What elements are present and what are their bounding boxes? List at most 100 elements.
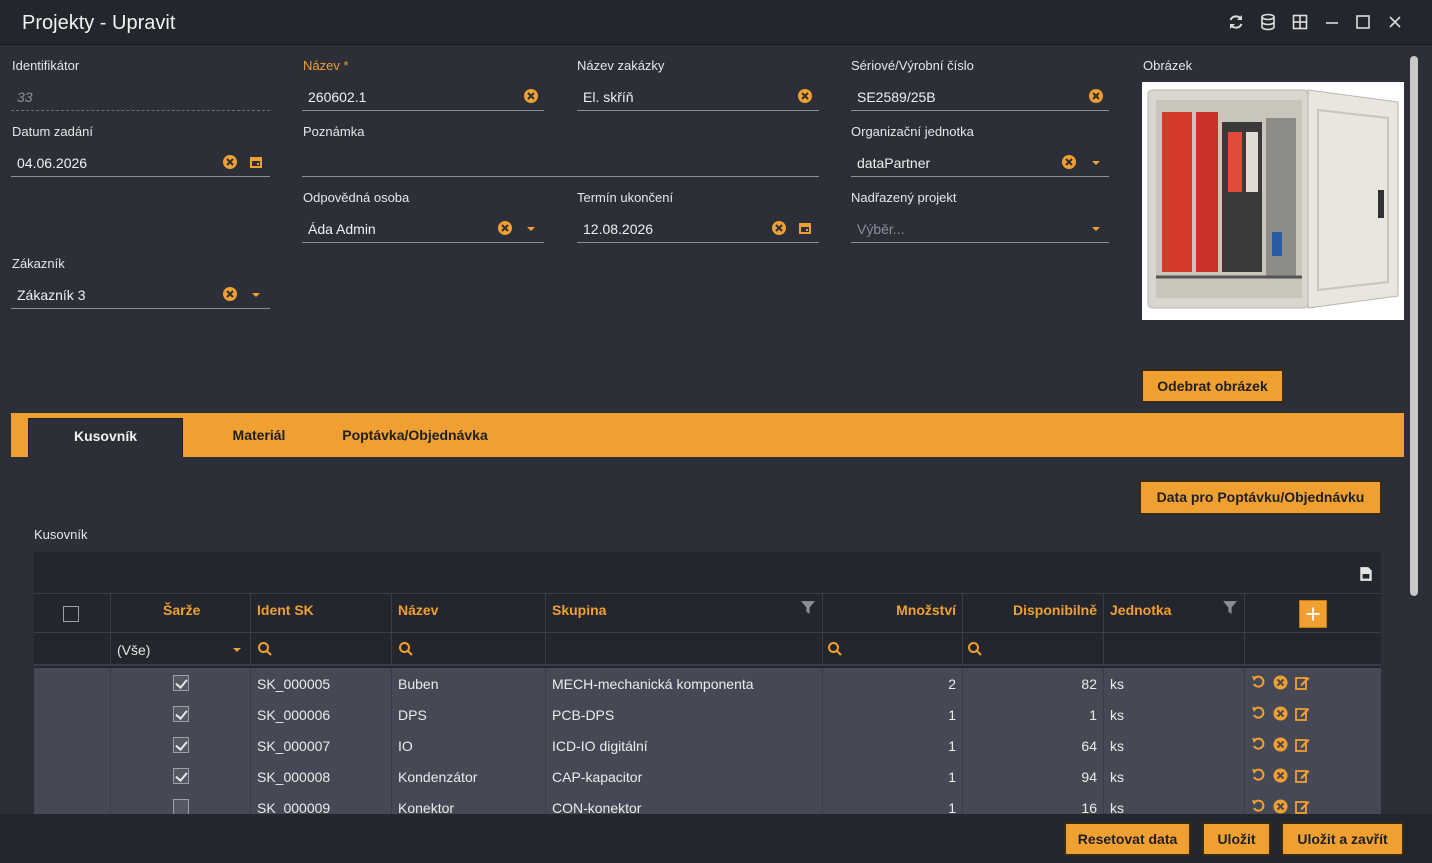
row-selector-cell[interactable] (34, 761, 111, 792)
column-header-disponibilne[interactable]: Disponibilně (963, 594, 1104, 632)
undo-icon[interactable] (1251, 768, 1266, 783)
edit-icon[interactable] (1295, 799, 1310, 814)
dropdown-arrow-icon[interactable] (1088, 154, 1104, 170)
tab-material[interactable]: Materiál (201, 418, 317, 457)
column-header-skupina[interactable]: Skupina (546, 594, 823, 632)
clear-icon[interactable] (523, 88, 539, 104)
remove-image-button[interactable]: Odebrat obrázek (1141, 369, 1284, 403)
sarze-checkbox[interactable] (173, 737, 189, 753)
export-icon[interactable] (1358, 566, 1372, 581)
delete-icon[interactable] (1273, 799, 1288, 814)
edit-icon[interactable] (1295, 706, 1310, 721)
organizacni-jednotka-select[interactable]: dataPartner (851, 147, 1109, 177)
clear-icon[interactable] (797, 88, 813, 104)
reset-data-button[interactable]: Resetovat data (1064, 822, 1191, 856)
database-icon[interactable] (1259, 13, 1277, 31)
cell-jednotka-text: ks (1110, 769, 1124, 785)
save-button[interactable]: Uložit (1202, 822, 1271, 856)
sarze-checkbox[interactable] (173, 706, 189, 722)
project-image (1142, 82, 1404, 320)
vertical-scrollbar[interactable] (1410, 56, 1418, 596)
save-and-close-button[interactable]: Uložit a zavřít (1281, 822, 1404, 856)
nazev-zakazky-field[interactable]: El. skříň (577, 81, 819, 111)
ident-filter-input[interactable] (251, 633, 392, 664)
clear-icon[interactable] (1061, 154, 1077, 170)
row-selector-cell[interactable] (34, 668, 111, 699)
minimize-icon[interactable] (1323, 13, 1341, 31)
clear-icon[interactable] (771, 220, 787, 236)
tab-poptavka-objednavka[interactable]: Poptávka/Objednávka (329, 418, 501, 457)
row-selector-cell[interactable] (34, 792, 111, 814)
undo-icon[interactable] (1251, 737, 1266, 752)
clear-icon[interactable] (1088, 88, 1104, 104)
jednotka-filter-cell (1104, 633, 1245, 664)
tab-kusovnik[interactable]: Kusovník (28, 418, 183, 457)
nazev-field[interactable]: 260602.1 (302, 81, 544, 111)
maximize-icon[interactable] (1354, 13, 1372, 31)
termin-ukonceni-field[interactable]: 12.08.2026 (577, 213, 819, 243)
table-row[interactable]: SK_000006 DPS PCB-DPS 1 1 ks (34, 699, 1381, 730)
data-pro-poptavku-button[interactable]: Data pro Poptávku/Objednávku (1139, 480, 1382, 515)
delete-icon[interactable] (1273, 737, 1288, 752)
edit-icon[interactable] (1295, 737, 1310, 752)
refresh-icon[interactable] (1227, 13, 1245, 31)
delete-icon[interactable] (1273, 675, 1288, 690)
sarze-checkbox[interactable] (173, 768, 189, 784)
cell-nazev-text: Kondenzátor (398, 769, 478, 785)
clear-icon[interactable] (497, 220, 513, 236)
column-header-ident-sk[interactable]: Ident SK (251, 594, 392, 632)
clear-icon[interactable] (222, 286, 238, 302)
datum-zadani-field[interactable]: 04.06.2026 (11, 147, 270, 177)
dropdown-arrow-icon[interactable] (248, 286, 264, 302)
zakaznik-select[interactable]: Zákazník 3 (11, 279, 270, 309)
cell-mnozstvi: 1 (823, 730, 963, 761)
edit-icon[interactable] (1295, 675, 1310, 690)
sarze-checkbox[interactable] (173, 675, 189, 691)
calendar-icon[interactable] (248, 154, 264, 170)
layout-grid-icon[interactable] (1291, 13, 1309, 31)
calendar-icon[interactable] (797, 220, 813, 236)
dropdown-arrow-icon[interactable] (1088, 220, 1104, 236)
table-row[interactable]: SK_000005 Buben MECH-mechanická komponenta… (34, 668, 1381, 699)
clear-icon[interactable] (222, 154, 238, 170)
sarze-checkbox[interactable] (173, 799, 189, 814)
mnozstvi-filter-input[interactable] (823, 633, 963, 664)
filter-icon[interactable] (1222, 600, 1237, 615)
nadrazeny-projekt-select[interactable]: Výběr... (851, 213, 1109, 243)
column-header-nazev[interactable]: Název (392, 594, 546, 632)
row-actions-cell (1245, 792, 1381, 814)
column-header-jednotka[interactable]: Jednotka (1104, 594, 1245, 632)
dropdown-arrow-icon[interactable] (229, 641, 245, 657)
undo-icon[interactable] (1251, 675, 1266, 690)
poznamka-field[interactable] (302, 147, 819, 177)
edit-icon[interactable] (1295, 768, 1310, 783)
table-row[interactable]: SK_000008 Kondenzátor CAP-kapacitor 1 94 ks (34, 761, 1381, 792)
table-row[interactable]: SK_000007 IO ICD-IO digitální 1 64 ks (34, 730, 1381, 761)
column-header-mnozstvi[interactable]: Množství (823, 594, 963, 632)
add-row-button[interactable] (1299, 600, 1327, 628)
column-header-sarze[interactable]: Šarže (111, 594, 251, 632)
cell-jednotka: ks (1104, 699, 1245, 730)
delete-icon[interactable] (1273, 706, 1288, 721)
sarze-filter-select[interactable]: (Vše) (111, 633, 251, 664)
undo-icon[interactable] (1251, 706, 1266, 721)
cell-disponibilne-text: 94 (1081, 769, 1097, 785)
row-selector-cell[interactable] (34, 730, 111, 761)
cell-nazev: Kondenzátor (392, 761, 546, 792)
filter-icon[interactable] (800, 600, 815, 615)
undo-icon[interactable] (1251, 799, 1266, 814)
seriove-cislo-label: Sériové/Výrobní číslo (851, 58, 974, 73)
cell-mnozstvi: 1 (823, 761, 963, 792)
seriove-cislo-field[interactable]: SE2589/25B (851, 81, 1109, 111)
close-icon[interactable] (1386, 13, 1404, 31)
nazev-filter-input[interactable] (392, 633, 546, 664)
table-row[interactable]: SK_000009 Konektor CON-konektor 1 16 ks (34, 792, 1381, 814)
row-selector-cell[interactable] (34, 699, 111, 730)
select-all-checkbox[interactable] (63, 606, 79, 622)
disponibilne-filter-input[interactable] (963, 633, 1104, 664)
title-bar: Projekty - Upravit (0, 0, 1432, 45)
odpovedna-osoba-select[interactable]: Áda Admin (302, 213, 544, 243)
sarze-filter-value: (Vše) (117, 642, 151, 658)
dropdown-arrow-icon[interactable] (523, 220, 539, 236)
delete-icon[interactable] (1273, 768, 1288, 783)
